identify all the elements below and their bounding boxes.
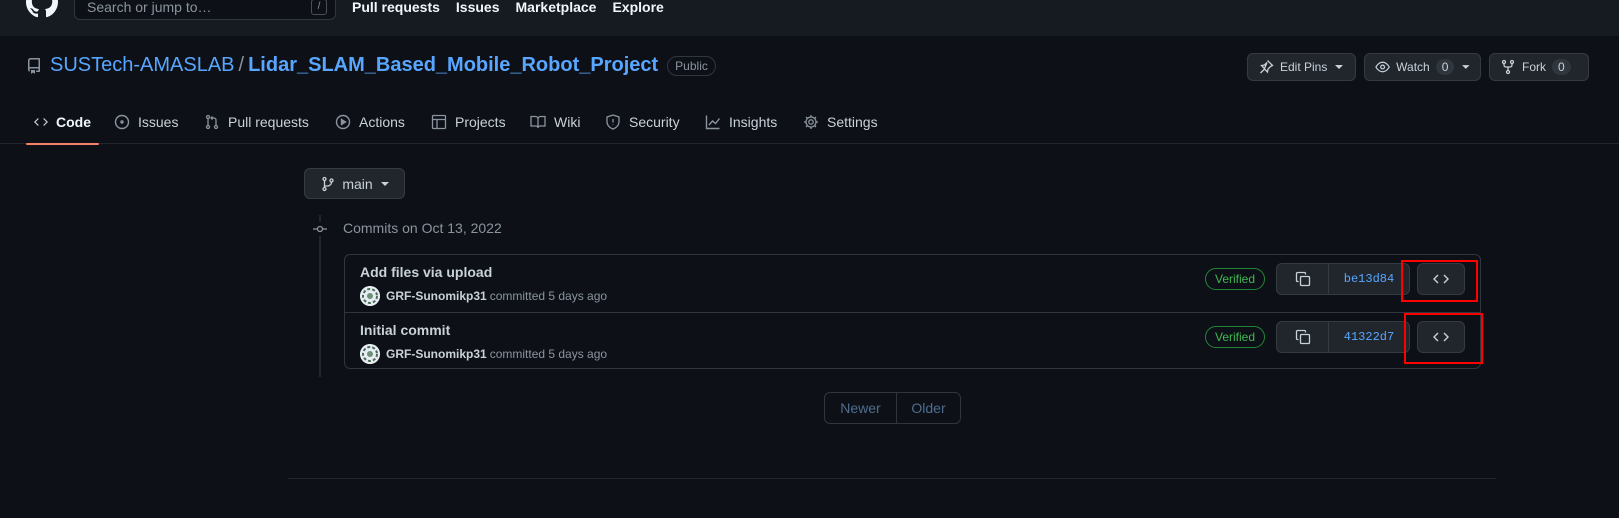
commits-date-heading: Commits on Oct 13, 2022: [343, 220, 502, 236]
play-icon: [335, 114, 351, 130]
tab-label: Code: [56, 114, 91, 130]
git-commit-icon: [313, 222, 327, 236]
watch-count: 0: [1435, 59, 1455, 75]
chevron-down-icon: [1462, 65, 1470, 69]
branch-select-button[interactable]: main: [304, 168, 405, 199]
git-pull-request-icon: [205, 114, 219, 130]
commit-row: Add files via upload GRF-Sunomikp31 comm…: [345, 255, 1480, 312]
branch-name: main: [342, 175, 373, 192]
watch-label: Watch: [1396, 60, 1430, 74]
copy-sha-button[interactable]: [1277, 264, 1329, 294]
commit-sha-group: 41322d7: [1276, 321, 1410, 353]
tab-insights[interactable]: Insights: [697, 100, 785, 144]
repo-owner-link[interactable]: SUSTech-AMASLAB: [50, 54, 235, 77]
verified-badge[interactable]: Verified: [1205, 268, 1266, 290]
older-button[interactable]: Older: [897, 393, 960, 423]
copy-icon: [1295, 271, 1310, 287]
repo-path-separator: /: [238, 54, 245, 76]
global-nav: Pull requests Issues Marketplace Explore: [352, 0, 664, 15]
code-icon: [34, 118, 48, 126]
repo-name-link[interactable]: Lidar_SLAM_Based_Mobile_Robot_Project: [248, 54, 658, 77]
commit-list: Add files via upload GRF-Sunomikp31 comm…: [344, 254, 1481, 369]
nav-explore[interactable]: Explore: [612, 0, 663, 15]
commit-time: committed 5 days ago: [489, 289, 608, 303]
repo-forked-icon: [1501, 59, 1515, 75]
nav-issues[interactable]: Issues: [456, 0, 500, 15]
code-icon: [1433, 274, 1449, 284]
github-logo-icon[interactable]: [26, 0, 58, 18]
repo-icon: [27, 57, 40, 74]
tab-security[interactable]: Security: [597, 100, 688, 144]
gear-icon: [804, 115, 818, 129]
tab-label: Actions: [359, 114, 405, 130]
timeline-line: [319, 215, 321, 377]
graph-icon: [705, 115, 721, 130]
repo-actions: Edit Pins Watch 0 Fork 0: [1247, 53, 1589, 81]
tab-label: Settings: [827, 114, 878, 130]
tab-label: Issues: [138, 114, 179, 130]
commit-sha-link[interactable]: 41322d7: [1329, 322, 1409, 352]
tab-wiki[interactable]: Wiki: [522, 100, 588, 144]
tab-settings[interactable]: Settings: [795, 100, 886, 144]
nav-pull-requests[interactable]: Pull requests: [352, 0, 440, 15]
newer-button[interactable]: Newer: [825, 393, 897, 423]
commit-sha-group: be13d84: [1276, 263, 1410, 295]
commit-row: Initial commit GRF-Sunomikp31 committed …: [345, 312, 1480, 369]
code-icon: [1433, 332, 1449, 342]
commit-meta: GRF-Sunomikp31 committed 5 days ago: [360, 344, 607, 364]
tab-label: Pull requests: [228, 114, 309, 130]
fork-label: Fork: [1522, 60, 1546, 74]
tab-pull-requests[interactable]: Pull requests: [196, 100, 317, 144]
search-input[interactable]: Search or jump to… /: [74, 0, 336, 20]
book-icon: [530, 115, 546, 129]
tab-label: Wiki: [554, 114, 581, 130]
browse-repo-at-commit-button[interactable]: [1417, 321, 1465, 353]
table-icon: [431, 114, 447, 130]
commit-author-link[interactable]: GRF-Sunomikp31: [386, 347, 487, 361]
repo-tabs: Code Issues Pull requests Actions Projec…: [0, 100, 1619, 145]
repo-title: SUSTech-AMASLAB / Lidar_SLAM_Based_Mobil…: [26, 54, 716, 77]
tab-projects[interactable]: Projects: [423, 100, 514, 144]
verified-badge[interactable]: Verified: [1205, 326, 1266, 348]
tab-label: Security: [629, 114, 680, 130]
copy-sha-button[interactable]: [1277, 322, 1329, 352]
tab-label: Insights: [729, 114, 778, 130]
copy-icon: [1295, 329, 1310, 345]
avatar[interactable]: [360, 286, 380, 306]
commit-message-link[interactable]: Add files via upload: [360, 264, 492, 280]
eye-icon: [1375, 61, 1390, 73]
tab-label: Projects: [455, 114, 506, 130]
pin-icon: [1260, 60, 1274, 74]
commit-meta: GRF-Sunomikp31 committed 5 days ago: [360, 286, 607, 306]
nav-marketplace[interactable]: Marketplace: [516, 0, 597, 15]
visibility-badge: Public: [667, 55, 716, 76]
browse-repo-at-commit-button[interactable]: [1417, 263, 1465, 295]
global-header: Search or jump to… / Pull requests Issue…: [0, 0, 1619, 36]
search-placeholder: Search or jump to…: [87, 0, 212, 15]
watch-button[interactable]: Watch 0: [1364, 53, 1481, 81]
commit-author-link[interactable]: GRF-Sunomikp31: [386, 289, 487, 303]
issue-opened-icon: [114, 114, 130, 130]
search-shortcut-key: /: [311, 0, 327, 15]
commit-time: committed 5 days ago: [489, 347, 608, 361]
chevron-down-icon: [380, 181, 389, 186]
commit-sha-link[interactable]: be13d84: [1329, 264, 1409, 294]
tab-actions[interactable]: Actions: [327, 100, 413, 144]
edit-pins-label: Edit Pins: [1280, 60, 1328, 74]
commit-message-link[interactable]: Initial commit: [360, 322, 450, 338]
fork-count: 0: [1552, 59, 1571, 75]
fork-button[interactable]: Fork 0: [1489, 53, 1589, 81]
tab-code[interactable]: Code: [26, 100, 99, 145]
pagination: Newer Older: [824, 392, 961, 424]
chevron-down-icon: [1335, 65, 1344, 69]
git-branch-icon: [322, 176, 334, 191]
shield-icon: [606, 114, 620, 130]
avatar[interactable]: [360, 344, 380, 364]
tab-issues[interactable]: Issues: [106, 100, 186, 144]
footer-divider: [288, 478, 1496, 479]
edit-pins-button[interactable]: Edit Pins: [1247, 53, 1356, 81]
